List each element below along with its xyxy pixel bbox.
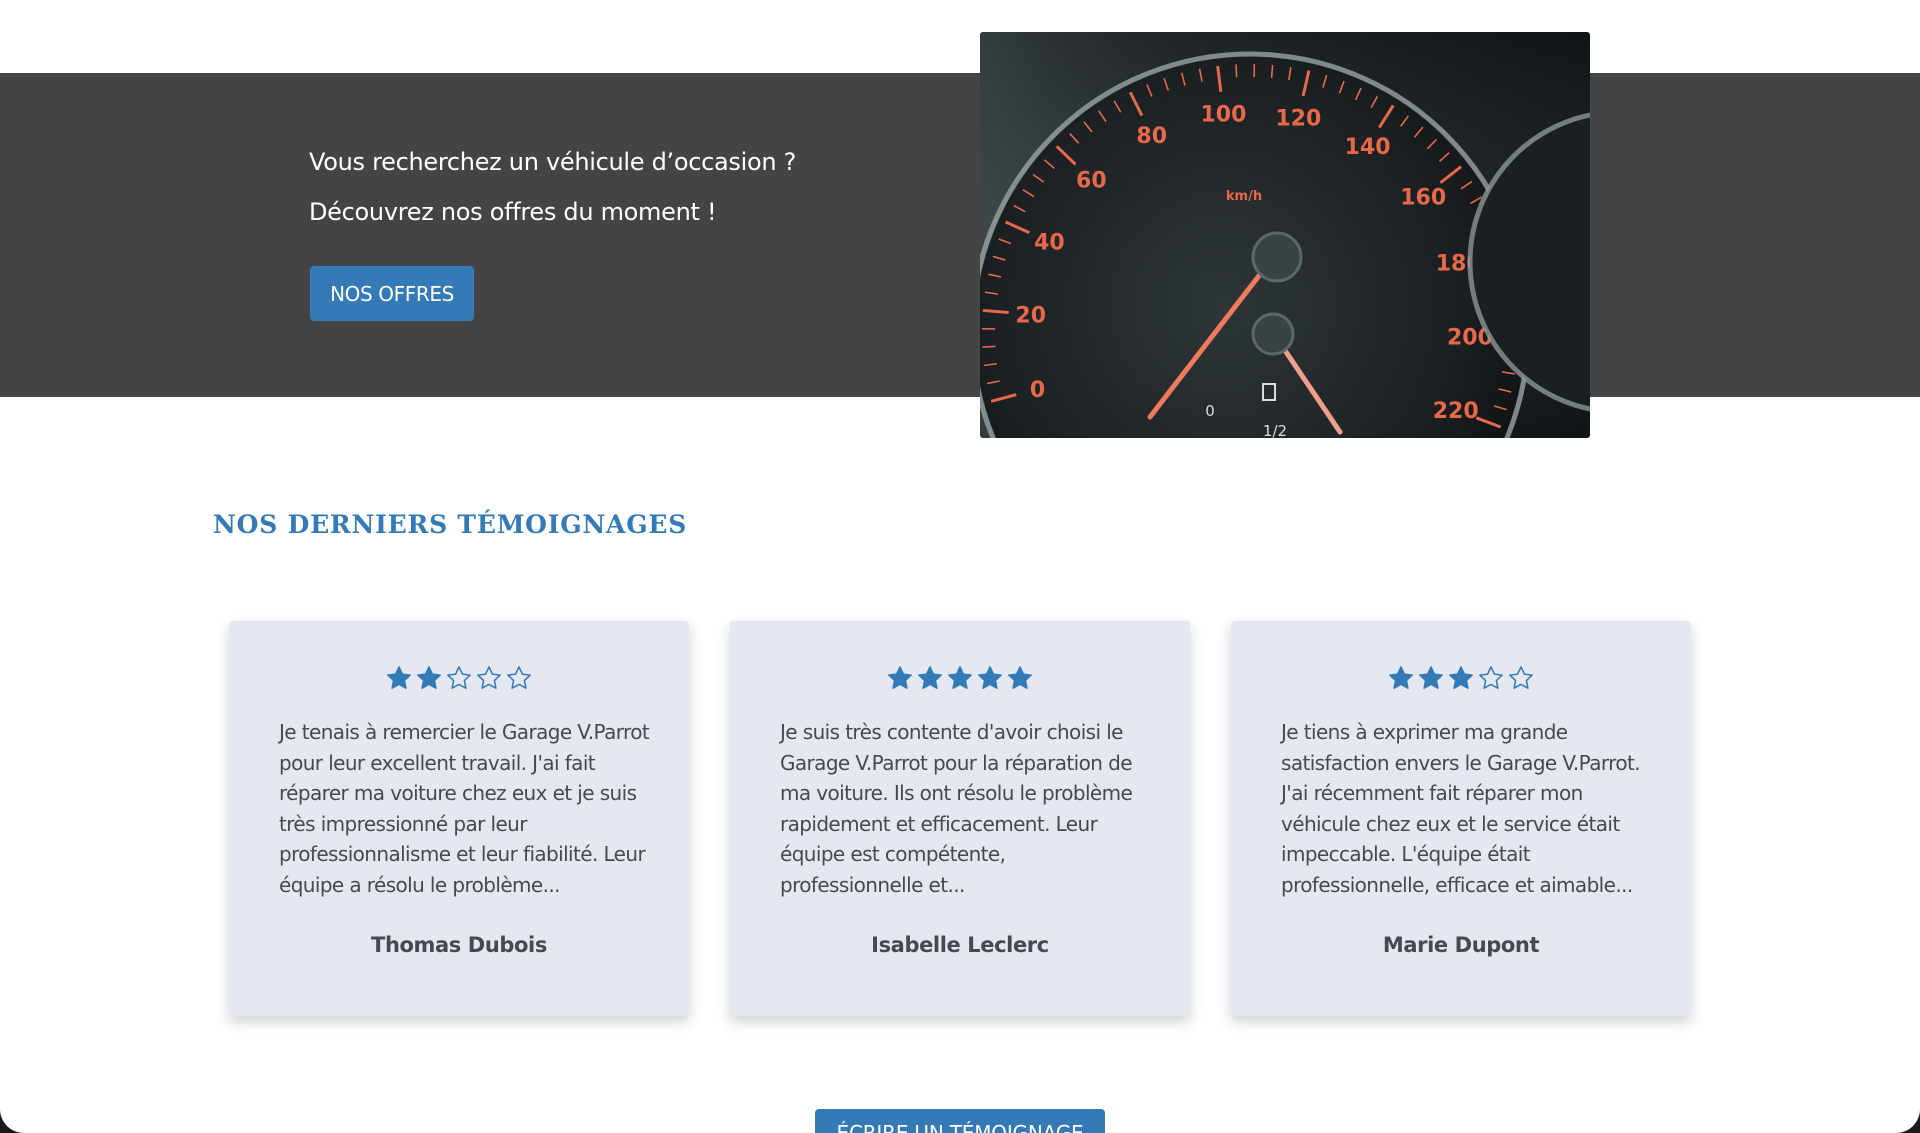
minor-tick <box>982 345 996 348</box>
gauge-label: 140 <box>1345 135 1391 160</box>
gauge-label: 160 <box>1400 185 1446 210</box>
star-filled-icon <box>1449 666 1473 689</box>
testimonial-author: Isabelle Leclerc <box>871 933 1049 957</box>
write-testimonial-button[interactable]: ÉCRIRE UN TÉMOIGNAGE <box>815 1109 1105 1133</box>
testimonial-author: Marie Dupont <box>1382 933 1540 957</box>
minor-tick <box>1270 64 1274 78</box>
star-filled-icon <box>1008 666 1032 689</box>
window-corner-left <box>0 1109 24 1133</box>
gauge-label: 80 <box>1136 124 1167 149</box>
rating-stars <box>730 665 1190 691</box>
speedometer-photo: 020406080100120140160180200220240260 km/… <box>980 32 1590 438</box>
gauge-label: 40 <box>1034 231 1065 256</box>
page: Vous recherchez un véhicule d’occasion ?… <box>0 0 1920 1133</box>
gauge-label: 0 <box>1030 378 1045 403</box>
star-filled-icon <box>948 666 972 689</box>
fuel-hub <box>1251 312 1295 356</box>
gauge-label: 20 <box>1015 303 1046 328</box>
star-filled-icon <box>918 666 942 689</box>
hero-headline: Vous recherchez un véhicule d’occasion ? <box>309 148 797 176</box>
offers-button[interactable]: NOS OFFRES <box>310 266 474 321</box>
star-empty-icon <box>447 666 471 689</box>
rating-stars <box>1231 665 1691 691</box>
speedometer-illustration: 020406080100120140160180200220240260 km/… <box>980 32 1590 438</box>
star-filled-icon <box>387 666 411 689</box>
rating-stars <box>229 665 689 691</box>
hero-subheadline: Découvrez nos offres du moment ! <box>309 198 717 226</box>
gauge-unit-label: km/h <box>1226 189 1262 204</box>
gauge-label: 220 <box>1433 399 1479 424</box>
star-empty-icon <box>1509 666 1533 689</box>
fuel-label-half: 1/2 <box>1263 422 1287 438</box>
testimonial-text: Je tiens à exprimer ma grande satisfacti… <box>1281 720 1641 897</box>
testimonial-author: Thomas Dubois <box>371 933 547 957</box>
star-filled-icon <box>417 666 441 689</box>
testimonial-text: Je suis très contente d'avoir choisi le … <box>780 720 1133 897</box>
star-empty-icon <box>507 666 531 689</box>
testimonial-text: Je tenais à remercier le Garage V.Parrot… <box>279 720 650 897</box>
testimonial-card: Je suis très contente d'avoir choisi le … <box>730 621 1190 1016</box>
star-filled-icon <box>888 666 912 689</box>
star-empty-icon <box>477 666 501 689</box>
star-filled-icon <box>1389 666 1413 689</box>
major-tick <box>982 308 1009 315</box>
fuel-label-empty: 0 <box>1205 402 1215 420</box>
star-filled-icon <box>978 666 1002 689</box>
star-empty-icon <box>1479 666 1503 689</box>
testimonials-title: NOS DERNIERS TÉMOIGNAGES <box>213 510 688 539</box>
gauge-label: 120 <box>1275 106 1321 131</box>
testimonial-card: Je tiens à exprimer ma grande satisfacti… <box>1231 621 1691 1016</box>
testimonial-card: Je tenais à remercier le Garage V.Parrot… <box>229 621 689 1016</box>
hero-banner <box>0 73 1920 397</box>
window-corner-right <box>1896 1109 1920 1133</box>
minor-tick <box>1235 64 1238 78</box>
star-filled-icon <box>1419 666 1443 689</box>
gauge-label: 60 <box>1076 169 1107 194</box>
gauge-label: 100 <box>1201 103 1247 128</box>
needle-hub <box>1251 231 1303 283</box>
